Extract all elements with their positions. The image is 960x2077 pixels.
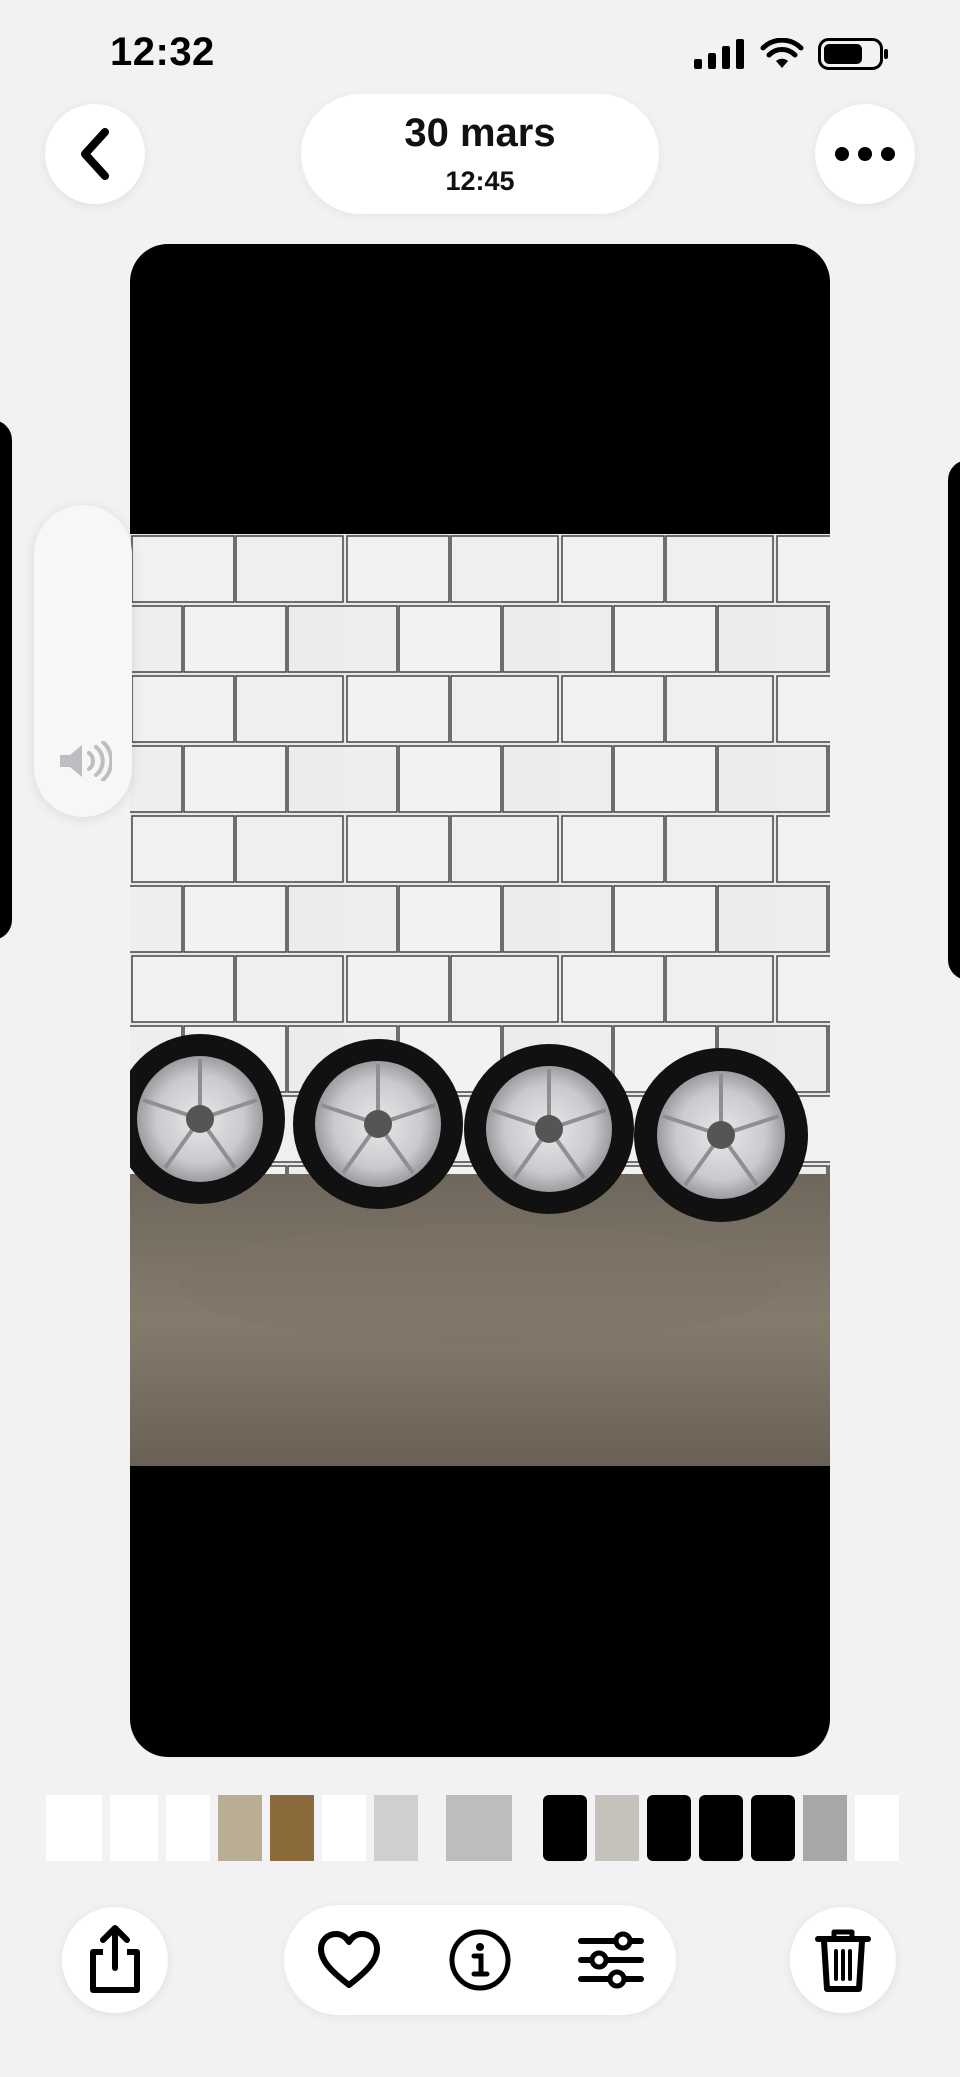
share-button[interactable] [62,1907,168,2013]
info-button[interactable] [445,1925,515,1995]
thumbnail[interactable] [374,1795,418,1861]
info-icon [449,1929,511,1991]
thumbnail[interactable] [270,1795,314,1861]
thumbnail[interactable] [595,1795,639,1861]
photo-date-title[interactable]: 30 mars 12:45 [301,94,659,214]
more-options-button[interactable] [815,104,915,204]
bottom-toolbar [0,1905,960,2015]
thumbnail-strip[interactable] [0,1795,960,1863]
thumbnail[interactable] [46,1795,102,1861]
wheel-3 [464,1044,634,1214]
delete-button[interactable] [790,1907,896,2013]
status-time: 12:32 [110,30,215,74]
previous-photo-edge [0,420,12,940]
thumbnail[interactable] [751,1795,795,1861]
photo-viewer[interactable] [130,244,830,1757]
sliders-icon [578,1931,644,1989]
thumbnail[interactable] [699,1795,743,1861]
status-icons [694,38,890,70]
tool-group [284,1905,676,2015]
volume-indicator [34,505,132,817]
wheel-4 [634,1048,808,1222]
thumbnail[interactable] [322,1795,366,1861]
chevron-left-icon [81,128,109,180]
thumbnail[interactable] [647,1795,691,1861]
thumbnail[interactable] [218,1795,262,1861]
next-photo-edge [948,460,960,980]
thumbnail[interactable] [803,1795,847,1861]
speaker-icon [60,741,112,781]
heart-icon [318,1931,380,1988]
trash-icon [815,1929,871,1992]
photo-time: 12:45 [445,166,515,196]
adjust-button[interactable] [576,1925,646,1995]
thumbnail[interactable] [543,1795,587,1861]
navigation-header: 30 mars 12:45 [0,92,960,222]
wifi-icon [760,38,804,68]
cellular-signal-icon [694,39,744,69]
status-bar: 12:32 [0,0,960,100]
thumbnail[interactable] [446,1795,512,1861]
favorite-button[interactable] [314,1925,384,1995]
back-button[interactable] [45,104,145,204]
thumbnail[interactable] [855,1795,899,1861]
battery-icon [818,38,888,70]
wheel-2 [293,1039,463,1209]
thumbnail[interactable] [110,1795,158,1861]
share-icon [90,1925,140,1993]
photo-date: 30 mars [404,111,556,155]
thumbnail[interactable] [166,1795,210,1861]
wheels-photo [130,534,830,1466]
ellipsis-icon [835,147,895,161]
